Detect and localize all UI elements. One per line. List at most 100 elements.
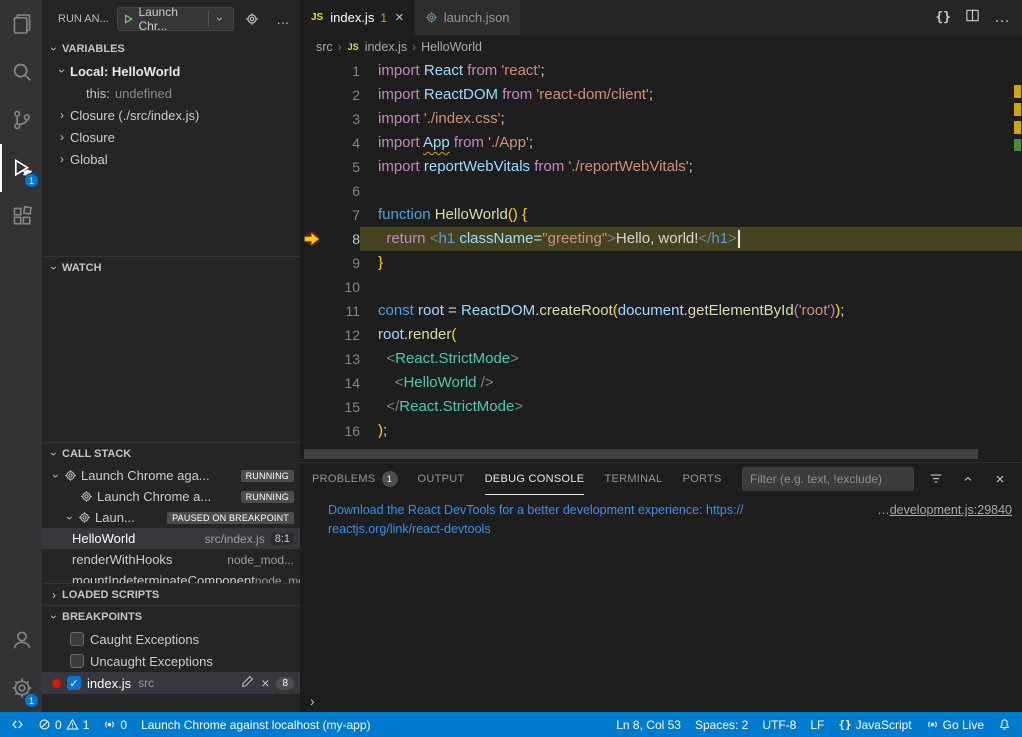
tab-ports[interactable]: PORTS xyxy=(682,463,721,495)
braces-icon[interactable]: {} xyxy=(935,10,951,25)
go-live-status[interactable]: Go Live xyxy=(919,712,991,737)
call-stack-header[interactable]: › CALL STACK xyxy=(42,443,300,465)
breakpoint-file-row[interactable]: ✓ index.js src × 8 xyxy=(42,672,300,694)
glyph-margin[interactable] xyxy=(300,83,326,107)
more-actions-icon[interactable]: … xyxy=(274,9,292,29)
launch-config-dropdown[interactable]: Launch Chr... › xyxy=(117,7,234,31)
search-icon[interactable] xyxy=(0,48,42,96)
console-message[interactable]: reactjs.org/link/react-devtools xyxy=(300,520,1022,539)
checkbox-unchecked[interactable] xyxy=(70,654,84,668)
glyph-margin[interactable] xyxy=(300,59,326,83)
code-line-16[interactable]: 16); xyxy=(300,419,1022,443)
code-line-11[interactable]: 11const root = ReactDOM.createRoot(docum… xyxy=(300,299,1022,323)
breakpoint-uncaught-row[interactable]: Uncaught Exceptions xyxy=(42,650,300,672)
ports-status[interactable]: 0 xyxy=(96,712,134,737)
tab-debug-console[interactable]: DEBUG CONSOLE xyxy=(485,463,585,495)
glyph-margin[interactable] xyxy=(300,107,326,131)
language-status[interactable]: {} JavaScript xyxy=(831,712,918,737)
scope-global-row[interactable]: › Global xyxy=(42,148,300,170)
code-line-12[interactable]: 12root.render( xyxy=(300,323,1022,347)
glyph-margin[interactable] xyxy=(300,275,326,299)
eol-status[interactable]: LF xyxy=(803,712,831,737)
explorer-icon[interactable] xyxy=(0,0,42,48)
run-debug-icon[interactable]: 1 xyxy=(0,144,42,192)
tab-output[interactable]: OUTPUT xyxy=(418,463,465,495)
breakpoints-header[interactable]: › BREAKPOINTS xyxy=(42,606,300,628)
problems-status[interactable]: 0 1 xyxy=(31,712,96,737)
remote-indicator-icon[interactable] xyxy=(4,712,31,737)
code-line-8[interactable]: 8 return <h1 className="greeting">Hello,… xyxy=(300,227,1022,251)
code-line-4[interactable]: 4import App from './App'; xyxy=(300,131,1022,155)
watch-header[interactable]: › WATCH xyxy=(42,257,300,279)
debug-settings-gear-icon[interactable] xyxy=(242,9,262,29)
tab-launchjson[interactable]: launch.json xyxy=(415,0,521,35)
debug-console-input[interactable]: › xyxy=(300,690,1022,712)
glyph-margin[interactable] xyxy=(300,179,326,203)
notifications-bell-icon[interactable] xyxy=(991,712,1018,737)
stack-frame-row[interactable]: HelloWorld src/index.js 8:1 xyxy=(42,528,300,549)
code-line-2[interactable]: 2import ReactDOM from 'react-dom/client'… xyxy=(300,83,1022,107)
close-panel-icon[interactable]: × xyxy=(990,469,1010,489)
console-filter-input[interactable] xyxy=(742,467,914,491)
glyph-margin[interactable] xyxy=(300,347,326,371)
checkbox-unchecked[interactable] xyxy=(70,632,84,646)
code-line-9[interactable]: 9} xyxy=(300,251,1022,275)
debug-target-status[interactable]: Launch Chrome against localhost (my-app) xyxy=(134,712,377,737)
loaded-scripts-header[interactable]: › LOADED SCRIPTS xyxy=(42,584,300,605)
debug-session-row[interactable]: Launch Chrome a... RUNNING xyxy=(42,486,300,507)
code-line-5[interactable]: 5import reportWebVitals from './reportWe… xyxy=(300,155,1022,179)
code-line-1[interactable]: 1import React from 'react'; xyxy=(300,59,1022,83)
accounts-icon[interactable] xyxy=(0,616,42,664)
scope-local-row[interactable]: › Local: HelloWorld xyxy=(42,60,300,82)
console-source-location[interactable]: …development.js:29840 xyxy=(877,501,1012,520)
tab-terminal[interactable]: TERMINAL xyxy=(604,463,662,495)
remove-breakpoint-icon[interactable]: × xyxy=(261,675,269,691)
glyph-margin[interactable] xyxy=(300,131,326,155)
breadcrumb-symbol[interactable]: HelloWorld xyxy=(421,40,482,54)
glyph-margin[interactable] xyxy=(300,371,326,395)
variables-header[interactable]: › VARIABLES xyxy=(42,38,300,60)
source-control-icon[interactable] xyxy=(0,96,42,144)
split-editor-icon[interactable] xyxy=(965,8,980,28)
filter-icon[interactable] xyxy=(926,469,946,489)
variable-this-row[interactable]: this: undefined xyxy=(42,82,300,104)
maximize-panel-icon[interactable]: › xyxy=(958,469,978,489)
settings-gear-icon[interactable]: 1 xyxy=(0,664,42,712)
glyph-margin[interactable] xyxy=(300,323,326,347)
breakpoint-caught-row[interactable]: Caught Exceptions xyxy=(42,628,300,650)
glyph-margin[interactable] xyxy=(300,251,326,275)
more-actions-icon[interactable]: … xyxy=(994,9,1010,27)
debug-session-row[interactable]: › Launch Chrome aga... RUNNING xyxy=(42,465,300,486)
glyph-margin[interactable] xyxy=(300,299,326,323)
code-editor[interactable]: 1import React from 'react';2import React… xyxy=(300,59,1022,462)
indentation-status[interactable]: Spaces: 2 xyxy=(688,712,755,737)
code-line-10[interactable]: 10 xyxy=(300,275,1022,299)
close-tab-icon[interactable]: × xyxy=(395,9,404,26)
code-line-13[interactable]: 13 <React.StrictMode> xyxy=(300,347,1022,371)
console-message[interactable]: Download the React DevTools for a better… xyxy=(300,501,1022,520)
glyph-margin[interactable] xyxy=(300,155,326,179)
tab-problems[interactable]: PROBLEMS 1 xyxy=(312,463,398,495)
horizontal-scrollbar[interactable] xyxy=(304,449,978,459)
glyph-margin[interactable] xyxy=(300,203,326,227)
scope-closure2-row[interactable]: › Closure xyxy=(42,126,300,148)
code-line-6[interactable]: 6 xyxy=(300,179,1022,203)
stack-frame-row[interactable]: renderWithHooks node_mod... xyxy=(42,549,300,570)
checkbox-checked[interactable]: ✓ xyxy=(67,676,81,690)
scope-closure1-row[interactable]: › Closure (./src/index.js) xyxy=(42,104,300,126)
edit-breakpoint-icon[interactable] xyxy=(241,675,254,691)
code-line-7[interactable]: 7function HelloWorld() { xyxy=(300,203,1022,227)
stack-frame-row[interactable]: mountIndeterminateComponent node_mod... xyxy=(42,570,300,583)
code-line-15[interactable]: 15 </React.StrictMode> xyxy=(300,395,1022,419)
extensions-icon[interactable] xyxy=(0,192,42,240)
debug-current-line-arrow-icon[interactable] xyxy=(300,227,326,251)
breadcrumb-file[interactable]: index.js xyxy=(365,40,407,54)
encoding-status[interactable]: UTF-8 xyxy=(755,712,803,737)
glyph-margin[interactable] xyxy=(300,419,326,443)
breadcrumb-src[interactable]: src xyxy=(316,40,333,54)
debug-session-row[interactable]: › Laun... PAUSED ON BREAKPOINT xyxy=(42,507,300,528)
glyph-margin[interactable] xyxy=(300,395,326,419)
cursor-position-status[interactable]: Ln 8, Col 53 xyxy=(609,712,688,737)
code-line-3[interactable]: 3import './index.css'; xyxy=(300,107,1022,131)
code-line-14[interactable]: 14 <HelloWorld /> xyxy=(300,371,1022,395)
